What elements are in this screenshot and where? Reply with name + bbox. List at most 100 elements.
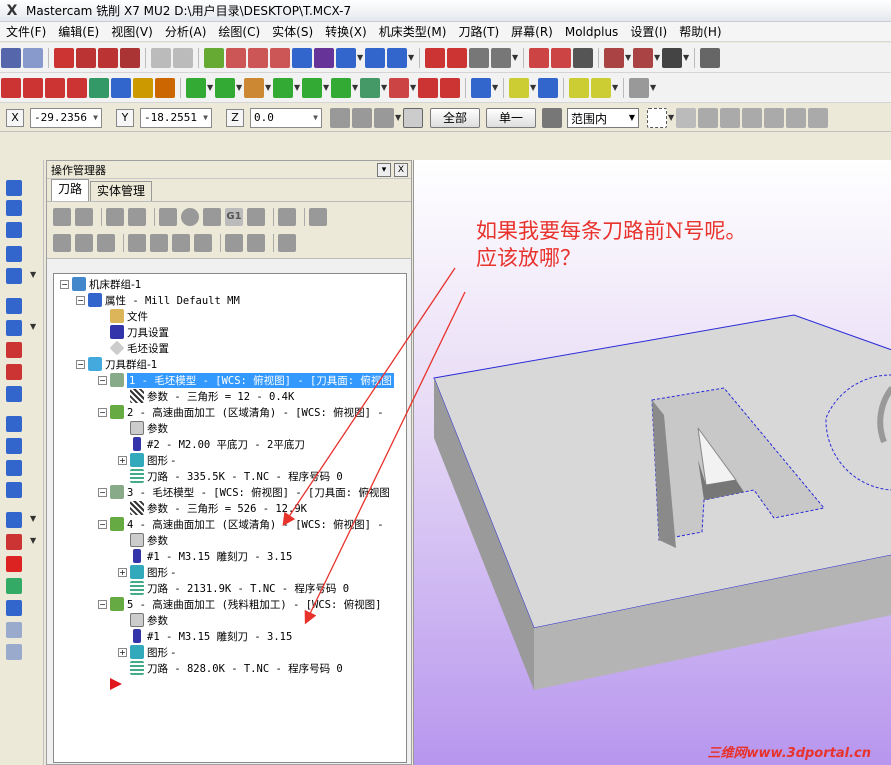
flat-surface-icon[interactable] bbox=[6, 600, 22, 616]
tree-op-2-tool[interactable]: #2 - M2.00 平底刀 - 2平底刀 bbox=[130, 436, 305, 452]
analyze-icon[interactable] bbox=[1, 77, 21, 98]
tree-op-5-tool[interactable]: #1 - M3.15 雕刻刀 - 3.15 bbox=[130, 628, 292, 644]
solid-layout-icon[interactable] bbox=[6, 482, 22, 498]
tree-op-5-params[interactable]: 参数 bbox=[130, 612, 168, 628]
tplane-icon[interactable] bbox=[633, 47, 653, 68]
trim-icon[interactable] bbox=[389, 77, 409, 98]
gview-top-icon[interactable] bbox=[336, 47, 356, 68]
chevron-down-icon[interactable]: ▼ bbox=[650, 78, 657, 98]
circle-icon[interactable] bbox=[244, 77, 264, 98]
chevron-down-icon[interactable]: ▼ bbox=[395, 108, 402, 128]
chevron-down-icon[interactable]: ▼ bbox=[203, 111, 208, 125]
chevron-down-icon[interactable]: ▼ bbox=[683, 48, 690, 68]
tab-solids-manager[interactable]: 实体管理 bbox=[90, 181, 153, 201]
tree-op-2-params[interactable]: 参数 bbox=[130, 420, 168, 436]
select-all-button[interactable]: 全部 bbox=[430, 107, 481, 128]
x-coordinate-field[interactable]: -29.2356 ▼ bbox=[30, 107, 102, 128]
zoom-in-icon[interactable] bbox=[248, 47, 268, 68]
autocursor-icon[interactable] bbox=[352, 107, 372, 128]
calculator-icon[interactable] bbox=[133, 77, 153, 98]
graphics-viewport[interactable]: 如果我要每条刀路前N号呢。 应该放哪？ 三维网www.3dportal.cn bbox=[413, 160, 891, 765]
chevron-down-icon[interactable]: ▼ bbox=[668, 108, 675, 128]
solid-cylinder-icon[interactable] bbox=[360, 77, 380, 98]
tree-op-1-params[interactable]: 参数 - 三角形 = 12 - 0.4K bbox=[130, 388, 294, 404]
range-select[interactable]: 范围内 ▼ bbox=[567, 107, 640, 128]
tree-machine-group[interactable]: − 机床群组-1 bbox=[60, 276, 141, 292]
verify-icon[interactable] bbox=[469, 47, 489, 68]
display-only-selected-icon[interactable] bbox=[225, 234, 243, 252]
z-coordinate-field[interactable]: 0.0 ▼ bbox=[250, 107, 322, 128]
simulate-icon[interactable] bbox=[203, 208, 221, 226]
z-axis-button[interactable]: Z bbox=[226, 108, 244, 127]
spline-icon[interactable] bbox=[331, 77, 351, 98]
toggle-posting-icon[interactable] bbox=[97, 234, 115, 252]
expand-icon[interactable]: + bbox=[118, 567, 127, 577]
tree-stock-settings[interactable]: 毛坯设置 bbox=[109, 340, 169, 356]
dimension-icon[interactable] bbox=[538, 77, 558, 98]
chevron-down-icon[interactable]: ▼ bbox=[530, 78, 537, 98]
tab-toolpaths[interactable]: 刀路 bbox=[51, 179, 90, 201]
save-icon[interactable] bbox=[1, 47, 21, 68]
tree-op-3[interactable]: − 3 - 毛坯模型 - [WCS: 俯视图] - [刀具面: 俯视图 bbox=[98, 484, 390, 500]
surface-icon[interactable] bbox=[6, 578, 22, 594]
chevron-down-icon[interactable]: ▼ bbox=[30, 270, 36, 279]
view-split-icon[interactable] bbox=[76, 47, 96, 68]
chevron-down-icon[interactable]: ▼ bbox=[612, 78, 619, 98]
cube-icon[interactable] bbox=[786, 107, 807, 128]
chevron-down-icon[interactable]: ▼ bbox=[654, 48, 661, 68]
undo-icon[interactable] bbox=[151, 47, 171, 68]
chevron-down-icon[interactable]: ▼ bbox=[313, 111, 318, 125]
chevron-down-icon[interactable]: ▼ bbox=[492, 78, 499, 98]
tree-op-5-geometry[interactable]: + 图形 - bbox=[118, 644, 175, 660]
repaint-icon[interactable] bbox=[314, 47, 334, 68]
extrude-icon[interactable] bbox=[6, 180, 22, 196]
tree-op-1[interactable]: − 1 - 毛坯模型 - [WCS: 俯视图] - [刀具面: 俯视图 bbox=[98, 372, 394, 388]
boolean-icon[interactable] bbox=[6, 386, 22, 402]
view-quad-icon[interactable] bbox=[98, 47, 118, 68]
tree-op-4-geometry[interactable]: + 图形 - bbox=[118, 564, 175, 580]
grayed-settings-icon[interactable] bbox=[374, 107, 394, 128]
insert-arrow-icon[interactable] bbox=[172, 234, 190, 252]
x-axis-button[interactable]: X bbox=[6, 108, 24, 127]
select-dirty-ops-icon[interactable] bbox=[75, 208, 93, 226]
shell-icon[interactable] bbox=[6, 320, 22, 336]
menu-screen[interactable]: 屏幕(R) bbox=[505, 23, 559, 40]
pencil-icon[interactable] bbox=[569, 77, 589, 98]
toggle-display-icon[interactable] bbox=[75, 234, 93, 252]
chevron-down-icon[interactable]: ▼ bbox=[352, 78, 359, 98]
line-icon[interactable] bbox=[215, 77, 235, 98]
solid-box-icon[interactable] bbox=[6, 268, 22, 284]
brush-icon[interactable] bbox=[629, 77, 649, 98]
move-up-icon[interactable] bbox=[150, 234, 168, 252]
hex-icon[interactable] bbox=[742, 107, 763, 128]
chevron-down-icon[interactable]: ▼ bbox=[30, 514, 36, 523]
expand-icon[interactable]: + bbox=[118, 647, 127, 657]
gview-front-icon[interactable] bbox=[365, 47, 385, 68]
help-icon[interactable] bbox=[403, 107, 423, 128]
chevron-down-icon[interactable]: ▼ bbox=[357, 48, 364, 68]
tree-toolpath-group[interactable]: − 刀具群组-1 bbox=[76, 356, 157, 372]
fast-point-icon[interactable] bbox=[330, 107, 350, 128]
expand-icon[interactable]: + bbox=[118, 455, 127, 465]
grid-icon[interactable] bbox=[89, 77, 109, 98]
analyze-angle-icon[interactable] bbox=[45, 77, 65, 98]
point-icon[interactable] bbox=[186, 77, 206, 98]
sweep-icon[interactable] bbox=[6, 222, 22, 238]
mirror-icon[interactable] bbox=[6, 534, 22, 550]
insert-arrow-marker[interactable] bbox=[108, 676, 124, 692]
backplot-ops-icon[interactable] bbox=[159, 208, 177, 226]
tree-op-2-geometry[interactable]: + 图形 - bbox=[118, 452, 175, 468]
verify-ops-icon[interactable] bbox=[181, 208, 199, 226]
table-icon[interactable] bbox=[155, 77, 175, 98]
chevron-down-icon[interactable]: ▼ bbox=[294, 78, 301, 98]
menu-edit[interactable]: 编辑(E) bbox=[52, 23, 105, 40]
tree-tool-settings[interactable]: 刀具设置 bbox=[110, 324, 169, 340]
cube-icon[interactable] bbox=[808, 107, 829, 128]
menu-moldplus[interactable]: Moldplus bbox=[559, 25, 624, 39]
collapse-icon[interactable]: − bbox=[76, 295, 85, 305]
menu-machine-type[interactable]: 机床类型(M) bbox=[373, 23, 453, 40]
tree-op-5[interactable]: − 5 - 高速曲面加工 (残料粗加工) - [WCS: 俯视图] bbox=[98, 596, 381, 612]
regen-selected-icon[interactable] bbox=[106, 208, 124, 226]
tree-properties[interactable]: − 属性 - Mill Default MM bbox=[76, 292, 240, 308]
y-axis-button[interactable]: Y bbox=[116, 108, 134, 127]
